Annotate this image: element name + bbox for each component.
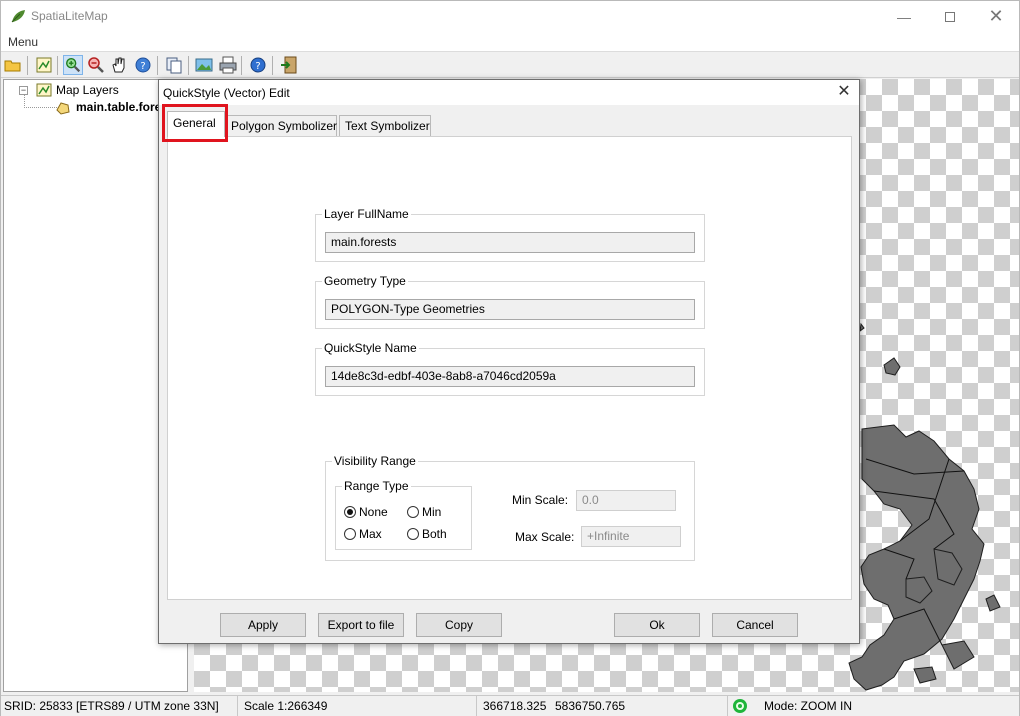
zoom-in-button[interactable] <box>63 55 83 75</box>
radio-unchecked-icon <box>407 527 419 540</box>
exit-icon[interactable] <box>279 55 299 75</box>
quickstyle-name-label: QuickStyle Name <box>322 341 419 355</box>
svg-text:?: ? <box>140 61 145 72</box>
radio-unchecked-icon <box>344 527 356 540</box>
tab-polygon-symbolizer[interactable]: Polygon Symbolizer <box>225 115 337 136</box>
menu-item[interactable]: Menu <box>8 35 38 49</box>
status-ok-icon <box>733 699 747 713</box>
radio-unchecked-icon <box>407 505 419 518</box>
print-icon[interactable] <box>218 55 238 75</box>
menu-bar: Menu <box>1 32 1019 52</box>
layer-fullname-field[interactable]: main.forests <box>325 232 695 253</box>
add-layer-icon[interactable] <box>34 55 54 75</box>
range-min-label: Min <box>422 505 442 519</box>
polygon-layer-icon <box>56 102 70 115</box>
range-min-radio[interactable]: Min <box>407 504 441 520</box>
about-icon[interactable]: ? <box>248 55 268 75</box>
tab-text-symbolizer[interactable]: Text Symbolizer <box>339 115 431 136</box>
min-scale-label: Min Scale: <box>512 493 569 507</box>
window-title: SpatiaLiteMap <box>31 9 108 23</box>
range-both-radio[interactable]: Both <box>407 526 447 542</box>
tree-collapse-toggle[interactable]: − <box>19 86 28 95</box>
dialog-title: QuickStyle (Vector) Edit <box>163 86 290 100</box>
ok-button[interactable]: Ok <box>614 613 700 637</box>
radio-checked-icon <box>344 505 356 518</box>
dialog-title-bar: QuickStyle (Vector) Edit ✕ <box>159 80 859 105</box>
quickstyle-dialog: QuickStyle (Vector) Edit ✕ General Polyg… <box>158 79 860 644</box>
visibility-range-label: Visibility Range <box>332 454 418 468</box>
range-none-radio[interactable]: None <box>344 504 388 520</box>
copy-map-icon[interactable] <box>164 55 184 75</box>
general-tab-page: Layer FullName main.forests Geometry Typ… <box>167 136 852 600</box>
copy-button[interactable]: Copy <box>416 613 502 637</box>
layer-fullname-group: Layer FullName main.forests <box>315 207 705 262</box>
range-max-label: Max <box>359 527 382 541</box>
tab-general-highlight <box>162 104 228 142</box>
visibility-range-group: Visibility Range Range Type None Min Max… <box>325 454 695 561</box>
status-scale: Scale 1:266349 <box>241 696 477 716</box>
svg-text:?: ? <box>255 61 260 72</box>
pan-hand-icon[interactable] <box>109 55 129 75</box>
max-scale-field[interactable]: +Infinite <box>581 526 681 547</box>
status-coord-y: 5836750.765 <box>552 696 728 716</box>
apply-button[interactable]: Apply <box>220 613 306 637</box>
geometry-type-label: Geometry Type <box>322 274 408 288</box>
main-window: SpatiaLiteMap — ✕ Menu ? ? − Map Layers … <box>0 0 1020 716</box>
export-to-file-button[interactable]: Export to file <box>318 613 404 637</box>
status-srid: SRID: 25833 [ETRS89 / UTM zone 33N] <box>1 696 238 716</box>
close-window-button[interactable]: ✕ <box>973 1 1019 32</box>
range-both-label: Both <box>422 527 447 541</box>
quickstyle-name-group: QuickStyle Name 14de8c3d-edbf-403e-8ab8-… <box>315 341 705 396</box>
status-mode: Mode: ZOOM IN <box>764 699 853 713</box>
range-type-label: Range Type <box>342 479 411 493</box>
minimize-button[interactable]: — <box>881 1 927 32</box>
cancel-button[interactable]: Cancel <box>712 613 798 637</box>
range-type-group: Range Type None Min Max Both <box>335 479 472 550</box>
geometry-type-group: Geometry Type POLYGON-Type Geometries <box>315 274 705 329</box>
open-icon[interactable] <box>3 55 23 75</box>
max-scale-label: Max Scale: <box>515 530 575 544</box>
zoom-out-icon[interactable] <box>86 55 106 75</box>
range-max-radio[interactable]: Max <box>344 526 382 542</box>
identify-icon[interactable]: ? <box>133 55 153 75</box>
range-none-label: None <box>359 505 388 519</box>
status-coord-x: 366718.325 <box>483 699 547 713</box>
tree-root-label[interactable]: Map Layers <box>56 83 119 97</box>
title-bar: SpatiaLiteMap — ✕ <box>1 1 1019 32</box>
maximize-button[interactable] <box>927 1 973 32</box>
export-image-icon[interactable] <box>194 55 214 75</box>
min-scale-field[interactable]: 0.0 <box>576 490 676 511</box>
layer-fullname-label: Layer FullName <box>322 207 411 221</box>
quickstyle-name-field[interactable]: 14de8c3d-edbf-403e-8ab8-a7046cd2059a <box>325 366 695 387</box>
app-leaf-icon <box>11 10 25 23</box>
toolbar: ? ? <box>1 53 1019 78</box>
dialog-close-button[interactable]: ✕ <box>835 82 853 102</box>
tree-connector <box>24 95 59 108</box>
zoom-in-icon <box>66 58 81 73</box>
status-bar: SRID: 25833 [ETRS89 / UTM zone 33N] Scal… <box>1 695 1019 716</box>
geometry-type-field[interactable]: POLYGON-Type Geometries <box>325 299 695 320</box>
